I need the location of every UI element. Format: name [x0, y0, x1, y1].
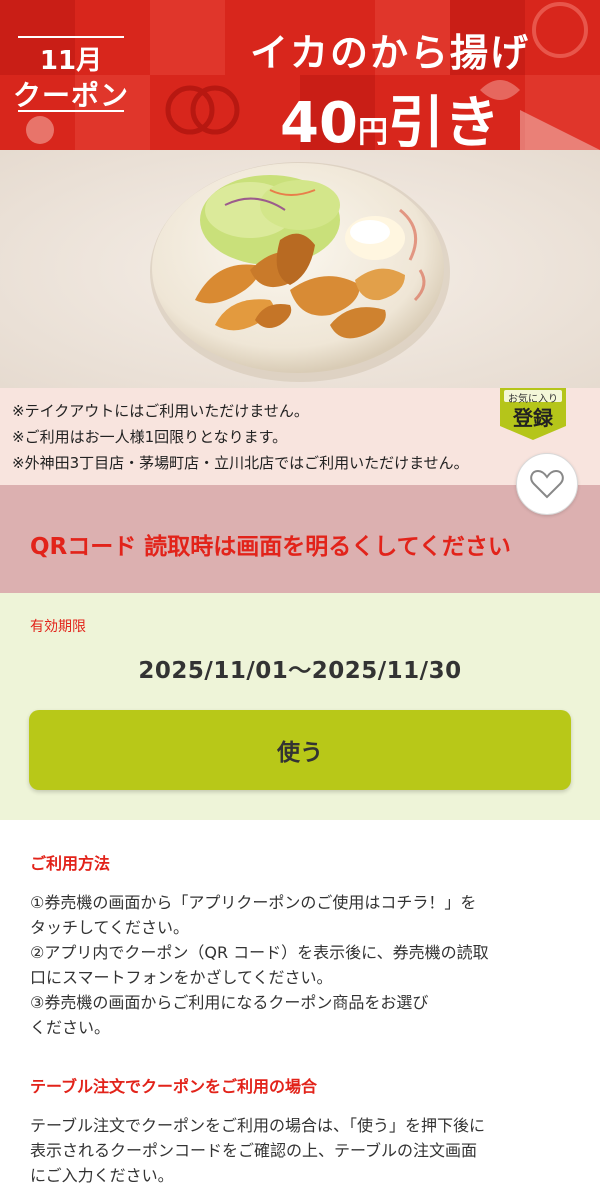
favorite-register-tag: お気に入り 登録: [500, 388, 566, 440]
usage-notes: ※テイクアウトにはご利用いただけません。 ※ご利用はお一人様1回限りとなります。…: [0, 388, 600, 485]
discount-unit: 円: [357, 115, 388, 150]
use-coupon-button[interactable]: 使う: [29, 710, 571, 790]
favorite-tag-big: 登録: [513, 406, 553, 430]
howto-step-line: タッチしてください。: [30, 918, 190, 937]
table-order-line: 表示されるクーポンコードをご確認の上、テーブルの注文画面: [30, 1141, 478, 1160]
product-photo: [0, 150, 600, 388]
howto-step-line: ①券売機の画面から「アプリクーポンのご使用はコチラ！」を: [30, 893, 477, 912]
validity-section: 有効期限 2025/11/01～2025/11/30 使う: [0, 593, 600, 820]
fried-squid-plate-image: [0, 150, 600, 388]
validity-dates: 2025/11/01～2025/11/30: [138, 658, 462, 684]
qr-notice-text: QRコード 読取時は画面を明るくしてください: [30, 534, 511, 560]
howto-steps: ①券売機の画面から「アプリクーポンのご使用はコチラ！」を タッチしてください。 …: [30, 890, 575, 1040]
favorite-button[interactable]: [516, 453, 578, 515]
note-line: ※外神田3丁目店・茅場町店・立川北店ではご利用いただけません。: [12, 454, 469, 472]
discount-amount: 40: [280, 91, 358, 150]
month-label: 11月: [39, 46, 103, 76]
howto-step-line: ください。: [30, 1018, 111, 1037]
validity-label: 有効期限: [30, 619, 86, 635]
table-order-body: テーブル注文でクーポンをご利用の場合は、「使う」を押下後に 表示されるクーポンコ…: [30, 1113, 575, 1188]
howto-step-line: 口にスマートフォンをかざしてください。: [30, 968, 333, 987]
product-title: イカのから揚げ: [249, 31, 530, 75]
discount-label: 40円引き: [190, 78, 590, 150]
coupon-label: クーポン: [12, 79, 129, 112]
month-badge: 11月 クーポン: [12, 30, 130, 116]
howto-heading: ご利用方法: [30, 854, 111, 873]
table-order-line: テーブル注文でクーポンをご利用の場合は、「使う」を押下後に: [30, 1116, 486, 1135]
heart-icon: [530, 469, 564, 499]
coupon-banner: 11月 クーポン イカのから揚げ 40円引き: [0, 0, 600, 150]
table-order-heading: テーブル注文でクーポンをご利用の場合: [30, 1077, 318, 1096]
table-order-line: にご入力ください。: [30, 1166, 174, 1185]
discount-suffix: 引き: [387, 91, 500, 150]
howto-step-line: ②アプリ内でクーポン（QR コード）を表示後に、券売機の読取: [30, 943, 489, 962]
howto-step-line: ③券売機の画面からご利用になるクーポン商品をお選び: [30, 993, 429, 1012]
qr-notice-band: QRコード 読取時は画面を明るくしてください: [0, 485, 600, 593]
howto-heading-wrap: ご利用方法: [30, 850, 575, 874]
